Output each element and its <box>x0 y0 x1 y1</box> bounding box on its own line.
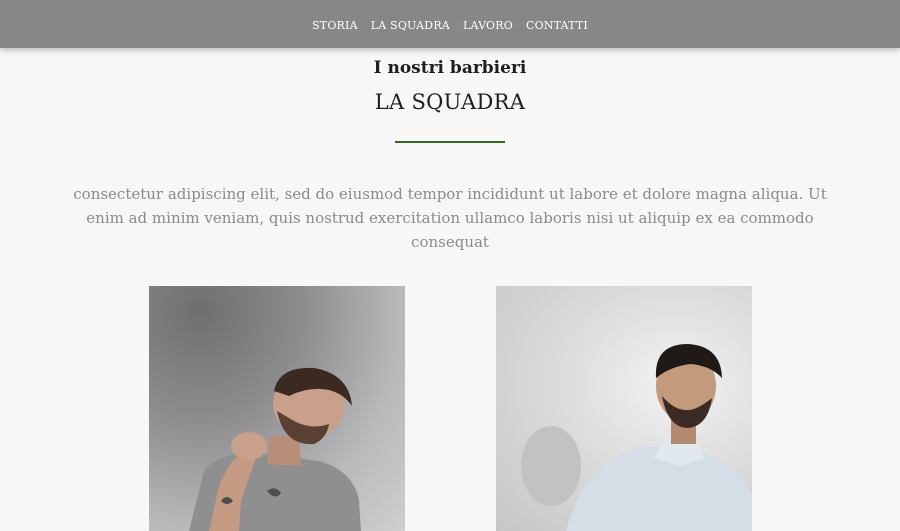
nav-link-la-squadra[interactable]: LA SQUADRA <box>371 19 450 32</box>
barber-photo-2 <box>496 286 752 531</box>
nav-link-storia[interactable]: STORIA <box>312 19 358 32</box>
nav-link-contatti[interactable]: CONTATTI <box>526 19 588 32</box>
nav-menu: STORIA LA SQUADRA LAVORO CONTATTI <box>312 14 588 33</box>
title-divider <box>395 141 505 143</box>
section-intro: consectetur adipiscing elit, sed do eius… <box>73 185 827 251</box>
top-navbar: STORIA LA SQUADRA LAVORO CONTATTI <box>0 0 900 48</box>
man-in-shirt-illustration <box>521 344 752 531</box>
section-title: LA SQUADRA <box>374 90 526 114</box>
laughing-man-illustration <box>189 367 361 531</box>
barber-photo-1 <box>149 286 405 531</box>
nav-link-lavoro[interactable]: LAVORO <box>463 19 513 32</box>
section-subtitle: I nostri barbieri <box>373 58 527 78</box>
